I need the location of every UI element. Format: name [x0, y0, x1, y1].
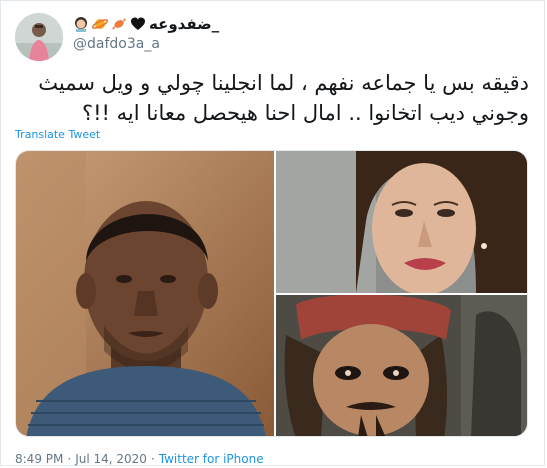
- black-heart-icon: [130, 16, 146, 32]
- orange-saturn-icon: [91, 16, 109, 32]
- translate-tweet-link[interactable]: Translate Tweet: [15, 128, 100, 141]
- tweet-text-line-1: دقيقه بس يا جماعه نفهم ، لما انجلينا چول…: [38, 71, 529, 95]
- woman-emoji-icon: [73, 16, 89, 32]
- tweet-date[interactable]: Jul 14, 2020: [75, 452, 147, 466]
- name-row: ضفدوعه_: [73, 14, 219, 34]
- photo-angelina-jolie[interactable]: [276, 151, 527, 293]
- tweet-source-link[interactable]: Twitter for iPhone: [159, 452, 264, 466]
- meta-separator: ·: [67, 452, 72, 466]
- media-grid: [15, 150, 528, 437]
- tweet-text: دقيقه بس يا جماعه نفهم ، لما انجلينا چول…: [15, 68, 529, 128]
- wrapped-candy-icon: [111, 16, 127, 32]
- user-handle[interactable]: @dafdo3a_a: [73, 36, 160, 52]
- meta-separator: ·: [150, 452, 155, 466]
- tweet-text-line-2: وجوني ديب اتخانوا .. امال احنا هيحصل معا…: [81, 101, 529, 125]
- tweet-meta: 8:49 PM · Jul 14, 2020 · Twitter for iPh…: [15, 452, 264, 466]
- display-name[interactable]: ضفدوعه_: [149, 15, 219, 33]
- photo-will-smith[interactable]: [16, 151, 274, 436]
- tweet-time[interactable]: 8:49 PM: [15, 452, 63, 466]
- photo-johnny-depp-pirate[interactable]: [276, 295, 527, 436]
- avatar[interactable]: [15, 13, 63, 61]
